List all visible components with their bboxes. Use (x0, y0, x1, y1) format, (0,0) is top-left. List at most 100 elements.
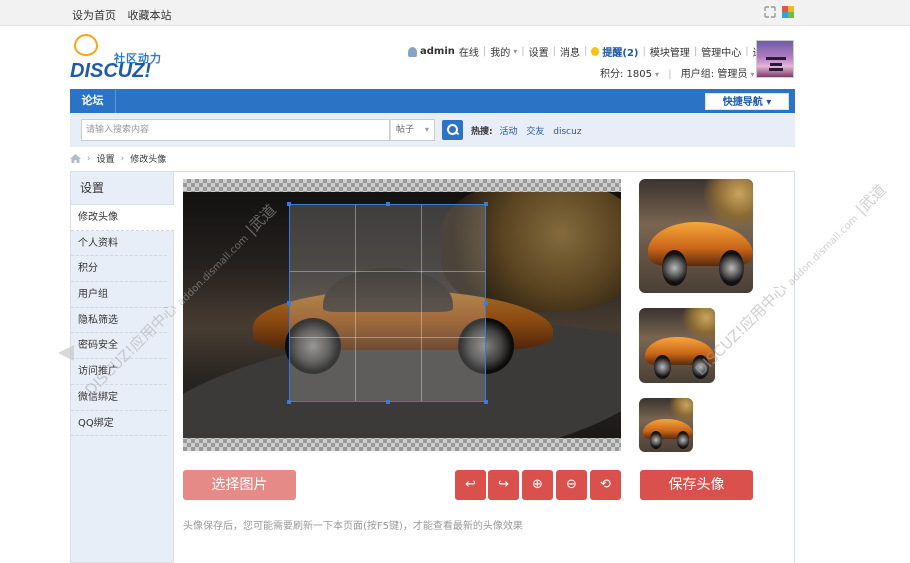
logo[interactable]: DISCUZ! (70, 60, 151, 83)
logo-bulb-icon (74, 34, 98, 56)
admin-center-link[interactable]: 管理中心 (701, 44, 741, 59)
sidebar-item-profile[interactable]: 个人资料 (71, 231, 167, 257)
watermark-arrow-icon (58, 345, 74, 361)
avatar[interactable] (756, 40, 794, 78)
search-input[interactable]: 请输入搜索内容 (81, 119, 390, 141)
divider: | (668, 69, 672, 80)
preview-hill (701, 179, 753, 225)
crop-handle[interactable] (484, 202, 488, 206)
user-menu: admin 在线 | 我的 ▾ | 设置 | 消息 | 提醒(2) | 模块管理 … (408, 44, 773, 59)
sidebar-item-usergroup[interactable]: 用户组 (71, 282, 167, 308)
rotate-left-button[interactable]: ↩ (455, 470, 486, 500)
module-manage-link[interactable]: 模块管理 (650, 44, 690, 59)
zoom-out-button[interactable]: ⊖ (556, 470, 587, 500)
hot-link[interactable]: 交友 (526, 127, 544, 137)
preview-wheel (649, 431, 662, 449)
divider: | (584, 46, 588, 57)
crop-handle[interactable] (386, 202, 390, 206)
chevron-down-icon: ▾ (513, 47, 518, 56)
save-avatar-button[interactable]: 保存头像 (640, 470, 753, 500)
crop-handle[interactable] (287, 301, 291, 305)
hot-link[interactable]: discuz (553, 127, 581, 137)
hot-label: 热搜: (471, 127, 493, 137)
crop-selection[interactable] (287, 202, 488, 404)
breadcrumb-current: 修改头像 (130, 155, 167, 165)
preview-hill (668, 398, 693, 420)
preview-wheel (676, 431, 689, 449)
bulb-icon (591, 47, 600, 56)
zoom-in-icon: ⊕ (532, 477, 543, 492)
search-scope-select[interactable]: 帖子 ▾ (390, 119, 435, 141)
divider: | (693, 46, 698, 57)
reset-button[interactable]: ⟲ (590, 470, 621, 500)
divider: | (482, 46, 487, 57)
online-status[interactable]: 在线 (459, 44, 479, 59)
grid-line (290, 337, 485, 338)
sidebar-item-credits[interactable]: 积分 (71, 256, 167, 283)
divider: | (521, 46, 525, 57)
grid-line (421, 205, 422, 401)
crop-handle[interactable] (287, 400, 291, 404)
zoom-out-icon: ⊖ (566, 477, 577, 492)
search-scope-value: 帖子 (396, 125, 415, 135)
temple-image (766, 53, 786, 71)
user-group-menu[interactable]: 用户组: 管理员 (681, 69, 748, 80)
choose-image-button[interactable]: 选择图片 (183, 470, 296, 500)
divider: | (552, 46, 557, 57)
chevron-right-icon: › (87, 153, 91, 164)
crop-handle[interactable] (484, 301, 488, 305)
breadcrumb-settings[interactable]: 设置 (97, 152, 115, 165)
color-theme-icon[interactable] (782, 6, 794, 18)
rotate-right-button[interactable]: ↪ (488, 470, 519, 500)
set-home-link[interactable]: 设为首页 (72, 9, 116, 22)
breadcrumb: › 设置 › 修改头像 (70, 152, 166, 165)
grid-line (290, 271, 485, 272)
sidebar-item-avatar[interactable]: 修改头像 (71, 205, 174, 231)
top-icons (764, 6, 794, 18)
crop-handle[interactable] (287, 202, 291, 206)
watermark-tail: |武道 (852, 180, 890, 219)
grid-line (355, 205, 356, 401)
preview-wheel (661, 249, 687, 287)
top-bar: 设为首页 收藏本站 (0, 0, 910, 26)
fullscreen-icon[interactable] (764, 6, 776, 18)
preview-wheel (718, 249, 744, 287)
crop-handle[interactable] (386, 400, 390, 404)
remind-link[interactable]: 提醒(2) (602, 44, 638, 59)
preview-hill (680, 308, 715, 338)
sidebar-title: 设置 (71, 172, 173, 205)
chevron-down-icon: ▾ (750, 70, 755, 79)
user-stats: 积分: 1805 ▾ | 用户组: 管理员 ▾ (600, 65, 754, 80)
preview-wheel (654, 354, 671, 379)
divider: | (642, 46, 646, 57)
search-bar: 请输入搜索内容 帖子 ▾ 热搜: 活动 交友 discuz (70, 113, 795, 147)
nav-item-forum[interactable]: 论坛 (70, 89, 116, 113)
main-nav: 论坛 快捷导航 ▾ (70, 89, 795, 113)
avatar-preview-small (639, 398, 693, 452)
home-icon[interactable] (70, 154, 81, 163)
zoom-in-button[interactable]: ⊕ (522, 470, 553, 500)
my-menu[interactable]: 我的 (490, 44, 510, 59)
top-links: 设为首页 收藏本站 (72, 7, 180, 23)
rotate-right-icon: ↪ (498, 477, 509, 492)
messages-link[interactable]: 消息 (560, 44, 580, 59)
rotate-left-icon: ↩ (465, 477, 476, 492)
chevron-right-icon: › (120, 153, 125, 164)
quick-nav-button[interactable]: 快捷导航 ▾ (705, 93, 789, 110)
search-button[interactable] (442, 120, 463, 140)
avatar-preview-large (639, 179, 753, 293)
sidebar-item-qq[interactable]: QQ绑定 (71, 411, 167, 437)
chevron-down-icon: ▾ (424, 125, 429, 134)
settings-link[interactable]: 设置 (529, 44, 549, 59)
hot-searches: 热搜: 活动 交友 discuz (471, 124, 588, 137)
hot-link[interactable]: 活动 (499, 127, 517, 137)
username-link[interactable]: admin (420, 46, 455, 57)
watermark-sub: addon.dismall.com (786, 213, 861, 289)
points-menu[interactable]: 积分: 1805 (600, 69, 652, 80)
bookmark-link[interactable]: 收藏本站 (128, 9, 172, 22)
chevron-down-icon: ▾ (655, 70, 660, 79)
crop-handle[interactable] (484, 400, 488, 404)
divider: | (745, 46, 749, 57)
refresh-icon: ⟲ (600, 477, 611, 492)
save-hint: 头像保存后，您可能需要刷新一下本页面(按F5键)，才能查看最新的头像效果 (183, 521, 523, 532)
